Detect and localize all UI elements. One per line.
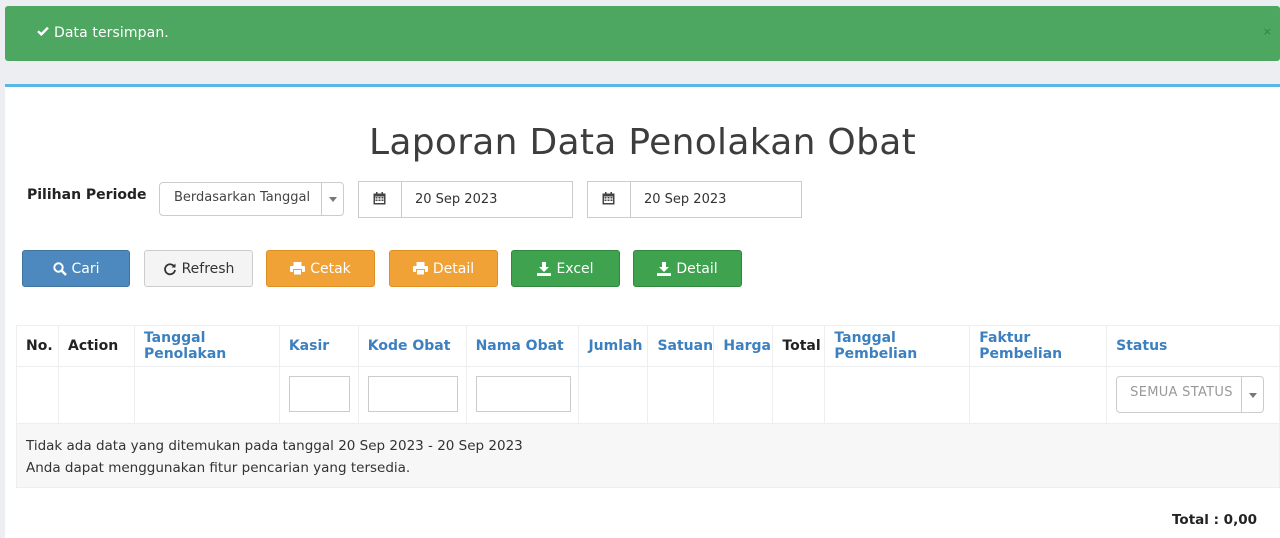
- date-from-value: 20 Sep 2023: [415, 192, 498, 207]
- column-header-kode-obat[interactable]: Kode Obat: [357, 325, 467, 367]
- print-icon: [412, 262, 428, 275]
- excel-button-label: Excel: [556, 260, 594, 277]
- period-label: Pilihan Periode: [27, 187, 147, 203]
- column-header-nama-obat[interactable]: Nama Obat: [465, 325, 580, 367]
- date-to-field[interactable]: 20 Sep 2023: [587, 181, 802, 218]
- column-header-kasir[interactable]: Kasir: [278, 325, 359, 367]
- column-header-tanggal-penolakan[interactable]: Tanggal Penolakan: [133, 325, 280, 367]
- column-header-jumlah[interactable]: Jumlah: [578, 325, 649, 367]
- empty-message: Tidak ada data yang ditemukan pada tangg…: [26, 435, 523, 479]
- status-filter-value: SEMUA STATUS: [1130, 385, 1233, 400]
- table-header-row: No. Action Tanggal Penolakan Kasir Kode …: [16, 325, 1280, 367]
- calendar-icon: [602, 192, 615, 205]
- date-to-value: 20 Sep 2023: [644, 192, 727, 207]
- column-header-harga[interactable]: Harga: [713, 325, 774, 367]
- excel-button[interactable]: Excel: [511, 250, 620, 287]
- empty-message-line: Tidak ada data yang ditemukan pada tangg…: [26, 438, 523, 454]
- column-header-satuan[interactable]: Satuan: [647, 325, 715, 367]
- search-button[interactable]: Cari: [22, 250, 130, 287]
- column-header-faktur-pembelian[interactable]: Faktur Pembelian: [969, 325, 1108, 367]
- empty-message-hint: Anda dapat menggunakan fitur pencarian y…: [26, 460, 411, 476]
- download-icon: [537, 261, 552, 276]
- download-icon: [657, 261, 672, 276]
- refresh-icon: [163, 262, 176, 275]
- check-icon: [37, 24, 49, 40]
- print-button-label: Cetak: [310, 260, 351, 277]
- date-from-field[interactable]: 20 Sep 2023: [358, 181, 573, 218]
- print-button[interactable]: Cetak: [266, 250, 375, 287]
- alert-message: Data tersimpan.: [54, 25, 169, 41]
- search-icon: [52, 261, 67, 276]
- column-header-total: Total: [772, 325, 826, 367]
- column-header-action: Action: [57, 325, 135, 367]
- kode-obat-filter-input[interactable]: [367, 376, 458, 412]
- calendar-addon: [588, 182, 631, 217]
- print-detail-button-label: Detail: [432, 260, 475, 277]
- column-header-tanggal-pembelian[interactable]: Tanggal Pembelian: [824, 325, 971, 367]
- refresh-button-label: Refresh: [181, 260, 235, 277]
- success-alert: Data tersimpan. ×: [5, 6, 1280, 61]
- refresh-button[interactable]: Refresh: [144, 250, 253, 287]
- status-filter-select[interactable]: SEMUA STATUS: [1116, 376, 1265, 413]
- print-icon: [290, 262, 306, 275]
- chevron-down-icon: [1241, 377, 1263, 412]
- table-empty-row: Tidak ada data yang ditemukan pada tangg…: [16, 423, 1280, 488]
- excel-detail-button[interactable]: Detail: [633, 250, 742, 287]
- grand-total: Total : 0,00: [1172, 512, 1257, 528]
- calendar-icon: [373, 192, 386, 205]
- column-header-no: No.: [16, 325, 59, 367]
- report-panel: Laporan Data Penolakan Obat Pilihan Peri…: [5, 84, 1280, 538]
- nama-obat-filter-input[interactable]: [475, 376, 571, 412]
- period-select[interactable]: Berdasarkan Tanggal: [159, 182, 344, 216]
- table-filter-row: SEMUA STATUS: [16, 366, 1280, 424]
- kasir-filter-input[interactable]: [288, 376, 350, 412]
- report-table: No. Action Tanggal Penolakan Kasir Kode …: [16, 325, 1280, 488]
- column-header-status[interactable]: Status: [1106, 325, 1280, 367]
- period-select-value: Berdasarkan Tanggal: [174, 190, 311, 205]
- excel-detail-button-label: Detail: [676, 260, 718, 277]
- calendar-addon: [359, 182, 402, 217]
- print-detail-button[interactable]: Detail: [389, 250, 498, 287]
- chevron-down-icon: [321, 183, 343, 215]
- close-icon[interactable]: ×: [1263, 25, 1272, 38]
- page-title: Laporan Data Penolakan Obat: [369, 122, 916, 163]
- search-button-label: Cari: [71, 260, 100, 277]
